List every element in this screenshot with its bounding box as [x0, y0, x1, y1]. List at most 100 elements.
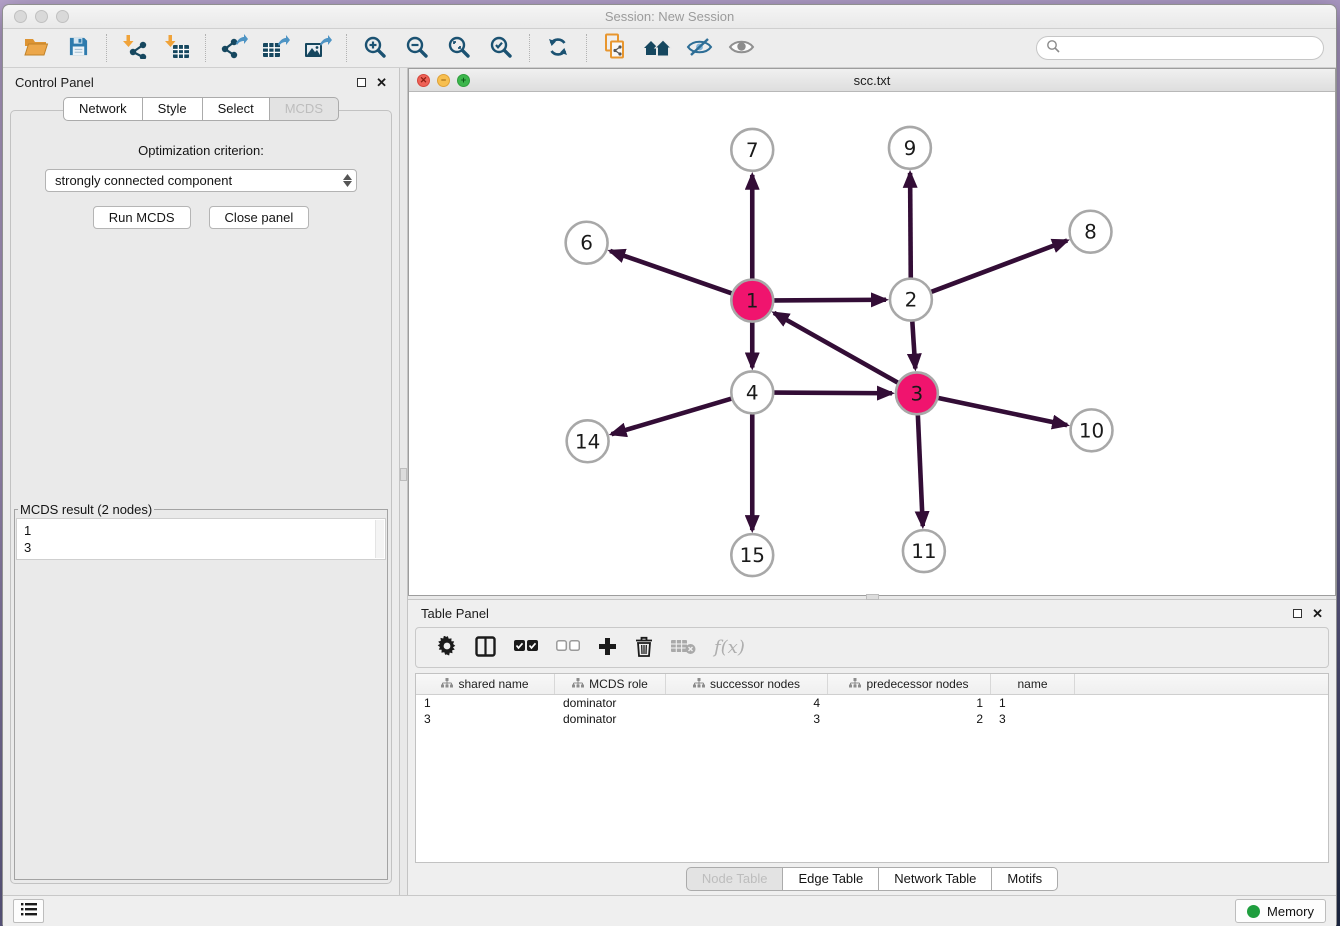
graph-edge-2-9[interactable]	[910, 173, 911, 278]
graph-node-label: 2	[905, 288, 918, 312]
graph-node-6[interactable]: 6	[566, 222, 608, 264]
tab-select[interactable]: Select	[203, 97, 270, 121]
import-network-button[interactable]	[116, 32, 154, 64]
splitter-grip[interactable]	[400, 468, 407, 481]
graph-node-7[interactable]: 7	[731, 129, 773, 171]
toolbar-separator	[106, 34, 107, 62]
tab-motifs[interactable]: Motifs	[992, 867, 1058, 891]
graph-node-14[interactable]: 14	[567, 420, 609, 462]
open-session-button[interactable]	[17, 32, 55, 64]
graph-node-11[interactable]: 11	[903, 530, 945, 572]
horizontal-splitter-grip[interactable]	[866, 594, 879, 600]
duplicate-view-button[interactable]	[596, 32, 634, 64]
column-header-shared-name[interactable]: shared name	[416, 674, 555, 694]
graph-edge-3-11[interactable]	[918, 415, 923, 526]
float-panel-icon[interactable]	[357, 78, 366, 87]
tab-network-table[interactable]: Network Table	[879, 867, 992, 891]
table-cell: 4	[666, 696, 828, 710]
network-canvas[interactable]: 7 9 6 8 1 2 4 3 14 10 15 11	[409, 92, 1335, 595]
graph-node-2[interactable]: 2	[890, 279, 932, 321]
export-table-button[interactable]	[257, 32, 295, 64]
table-cell: 3	[991, 712, 1075, 726]
graph-edge-4-14[interactable]	[612, 399, 732, 435]
graph-edge-3-10[interactable]	[938, 398, 1067, 425]
column-header-mcds-role[interactable]: MCDS role	[555, 674, 666, 694]
list-icon	[21, 903, 37, 919]
delete-table-button[interactable]	[671, 638, 696, 658]
add-column-button[interactable]	[598, 637, 617, 659]
eye-slash-icon	[686, 36, 713, 61]
graph-edge-4-3[interactable]	[774, 393, 892, 394]
show-columns-button[interactable]	[475, 636, 496, 660]
zoom-selected-button[interactable]	[482, 32, 520, 64]
mcds-result-area[interactable]: 1 3	[16, 518, 386, 560]
refresh-button[interactable]	[539, 32, 577, 64]
graph-node-4[interactable]: 4	[731, 371, 773, 413]
home-icon	[642, 35, 672, 62]
column-header-successor-nodes[interactable]: successor nodes	[666, 674, 828, 694]
zoom-out-button[interactable]	[398, 32, 436, 64]
hide-selected-button[interactable]	[680, 32, 718, 64]
toolbar-separator	[586, 34, 587, 62]
search-input[interactable]	[1066, 40, 1314, 56]
show-all-button[interactable]	[722, 32, 760, 64]
table-settings-button[interactable]	[437, 636, 457, 659]
run-mcds-button[interactable]: Run MCDS	[93, 206, 191, 229]
tab-network[interactable]: Network	[63, 97, 143, 121]
horizontal-splitter[interactable]	[408, 596, 1336, 599]
export-image-button[interactable]	[299, 32, 337, 64]
graph-node-1[interactable]: 1	[731, 280, 773, 322]
column-header-name[interactable]: name	[991, 674, 1075, 694]
graph-node-label: 10	[1079, 418, 1104, 442]
graph-node-10[interactable]: 10	[1071, 409, 1113, 451]
deselect-all-button[interactable]	[556, 640, 580, 655]
graph-node-label: 14	[575, 429, 600, 453]
graph-edge-2-3[interactable]	[912, 321, 915, 368]
function-builder-button[interactable]: f(x)	[714, 637, 745, 658]
task-history-button[interactable]	[13, 899, 44, 923]
import-table-button[interactable]	[158, 32, 196, 64]
open-folder-icon	[23, 36, 49, 61]
zoom-fit-button[interactable]	[440, 32, 478, 64]
memory-status-icon	[1247, 905, 1260, 918]
result-scrollbar[interactable]	[375, 520, 384, 558]
status-bar: Memory	[3, 895, 1336, 926]
select-all-button[interactable]	[514, 640, 538, 655]
function-icon: f(x)	[714, 637, 745, 658]
export-network-button[interactable]	[215, 32, 253, 64]
mcds-result-text: 1 3	[17, 519, 385, 559]
table-row[interactable]: 1dominator411	[416, 695, 1328, 711]
graph-node-3[interactable]: 3	[896, 372, 938, 414]
graph-edge-2-8[interactable]	[931, 241, 1067, 292]
graph-node-15[interactable]: 15	[731, 534, 773, 576]
tree-icon	[849, 677, 861, 691]
tab-mcds[interactable]: MCDS	[270, 97, 339, 121]
graph-node-8[interactable]: 8	[1070, 211, 1112, 253]
graph-node-9[interactable]: 9	[889, 127, 931, 169]
memory-button[interactable]: Memory	[1235, 899, 1326, 923]
float-table-panel-icon[interactable]	[1293, 609, 1302, 618]
tab-style[interactable]: Style	[143, 97, 203, 121]
save-disk-icon	[68, 36, 89, 60]
refresh-icon	[546, 35, 570, 62]
close-panel-icon[interactable]: ✕	[376, 76, 387, 89]
table-row[interactable]: 3dominator323	[416, 711, 1328, 727]
column-header-predecessor-nodes[interactable]: predecessor nodes	[828, 674, 991, 694]
table-cell: 1	[828, 696, 991, 710]
mcds-result-title: MCDS result (2 nodes)	[18, 502, 154, 517]
close-panel-button[interactable]: Close panel	[209, 206, 310, 229]
tab-edge-table[interactable]: Edge Table	[783, 867, 879, 891]
graph-edge-3-1[interactable]	[774, 313, 898, 383]
optimization-criterion-select[interactable]: strongly connected component	[45, 169, 357, 192]
zoom-in-button[interactable]	[356, 32, 394, 64]
gear-icon	[437, 636, 457, 659]
home-view-button[interactable]	[638, 32, 676, 64]
delete-column-button[interactable]	[635, 636, 653, 660]
panel-splitter[interactable]	[399, 68, 408, 895]
save-session-button[interactable]	[59, 32, 97, 64]
control-panel-tabs: NetworkStyleSelectMCDS	[3, 97, 399, 121]
graph-edge-1-6[interactable]	[610, 251, 731, 293]
close-table-panel-icon[interactable]: ✕	[1312, 607, 1323, 620]
graph-edge-1-2[interactable]	[774, 300, 886, 301]
tab-node-table[interactable]: Node Table	[686, 867, 784, 891]
